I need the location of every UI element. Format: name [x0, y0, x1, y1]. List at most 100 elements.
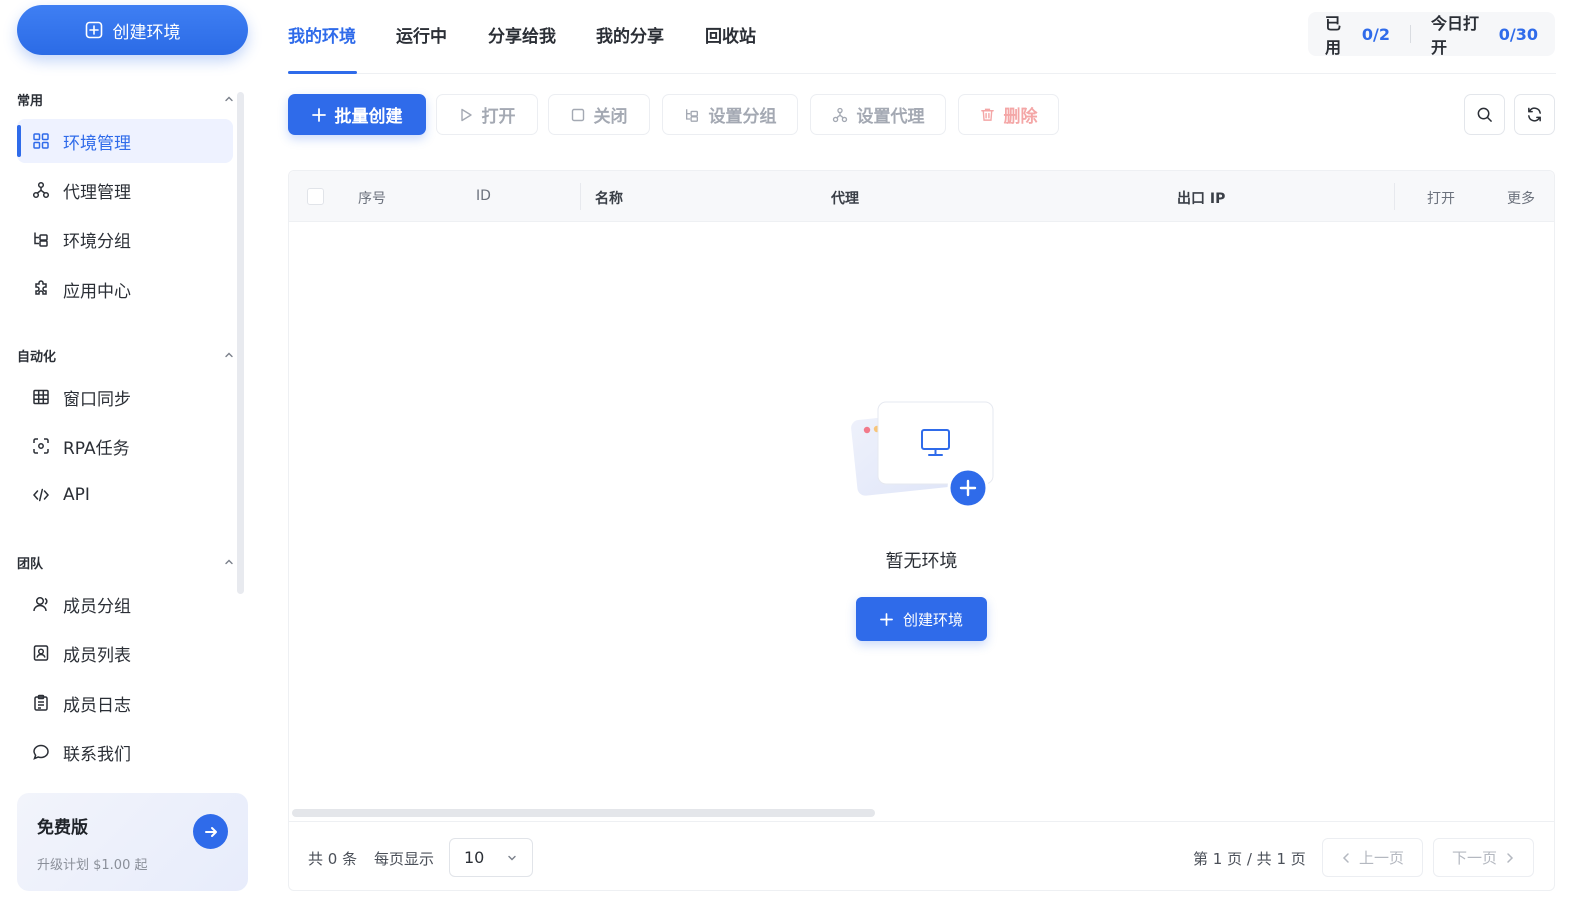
chevron-left-icon [1341, 852, 1351, 864]
column-header-index[interactable]: 序号 [358, 188, 386, 208]
sidebar-item-rpa-tasks[interactable]: RPA任务 [17, 424, 233, 468]
sidebar-item-label: API [63, 485, 90, 505]
section-title: 自动化 [17, 349, 57, 365]
column-header-name[interactable]: 名称 [595, 188, 623, 208]
select-all-checkbox[interactable] [307, 188, 324, 205]
arrow-right-icon [203, 824, 219, 840]
sidebar-item-member-logs[interactable]: 成员日志 [17, 681, 233, 725]
page-info: 第 1 页 / 共 1 页 [1193, 850, 1306, 868]
empty-state-text: 暂无环境 [885, 551, 958, 572]
empty-create-label: 创建环境 [902, 610, 963, 629]
sidebar-item-contact-us[interactable]: 联系我们 [17, 730, 233, 774]
plan-title: 免费版 [37, 818, 88, 838]
code-icon [31, 485, 51, 505]
upgrade-button[interactable] [193, 814, 228, 849]
sidebar: 创建环境 常用 环境管理 代理管理 环境分组 应用中心 自动化 窗口同步 RPA… [0, 0, 262, 912]
horizontal-scrollbar[interactable] [292, 809, 875, 817]
used-value: 0/2 [1361, 24, 1390, 44]
section-common[interactable]: 常用 [17, 89, 235, 109]
refresh-icon [1526, 106, 1543, 123]
window-grid-icon [31, 387, 51, 407]
sidebar-item-proxy-management[interactable]: 代理管理 [17, 168, 233, 212]
sidebar-item-member-list[interactable]: 成员列表 [17, 631, 233, 675]
grid-icon [31, 131, 51, 151]
sidebar-item-environment-group[interactable]: 环境分组 [17, 217, 233, 261]
section-automation[interactable]: 自动化 [17, 345, 235, 365]
square-icon [571, 108, 585, 122]
column-header-exit-ip[interactable]: 出口 IP [1177, 188, 1225, 208]
empty-state-illustration [849, 401, 999, 521]
column-divider [580, 183, 581, 210]
total-count: 共 0 条 [308, 850, 358, 868]
create-environment-label: 创建环境 [112, 22, 181, 43]
prev-page-button[interactable]: 上一页 [1322, 838, 1423, 877]
proxy-nodes-icon [31, 180, 51, 200]
column-divider [1394, 183, 1395, 210]
contact-card-icon [31, 643, 51, 663]
empty-create-environment-button[interactable]: 创建环境 [856, 597, 987, 641]
column-header-open[interactable]: 打开 [1427, 188, 1455, 208]
table-header: 序号 ID 名称 代理 出口 IP 打开 更多 [289, 171, 1554, 222]
refresh-button[interactable] [1514, 94, 1555, 135]
trash-icon [980, 107, 995, 122]
used-label: 已用 [1325, 14, 1342, 57]
sidebar-item-member-groups[interactable]: 成员分组 [17, 582, 233, 626]
prev-page-label: 上一页 [1358, 849, 1404, 867]
plus-square-icon [85, 21, 103, 39]
puzzle-icon [31, 279, 51, 299]
search-button[interactable] [1464, 94, 1505, 135]
sidebar-item-window-sync[interactable]: 窗口同步 [17, 375, 233, 419]
sidebar-item-api[interactable]: API [17, 473, 233, 517]
chevron-up-icon[interactable] [223, 93, 235, 105]
close-button[interactable]: 关闭 [548, 94, 650, 135]
chevron-up-icon[interactable] [223, 556, 235, 568]
column-header-proxy[interactable]: 代理 [831, 188, 859, 208]
tabs-divider [288, 73, 1556, 74]
plan-card[interactable]: 免费版 升级计划 $1.00 起 [17, 793, 248, 891]
set-group-button[interactable]: 设置分组 [662, 94, 798, 135]
column-header-id[interactable]: ID [476, 188, 491, 204]
chevron-right-icon [1505, 852, 1515, 864]
sidebar-item-environment-management[interactable]: 环境管理 [17, 119, 233, 163]
plus-icon [311, 107, 326, 122]
plan-subtitle: 升级计划 $1.00 起 [37, 858, 148, 873]
clipboard-icon [31, 693, 51, 713]
rpa-scan-icon [31, 436, 51, 456]
delete-button[interactable]: 删除 [958, 94, 1059, 135]
section-team[interactable]: 团队 [17, 552, 235, 572]
sidebar-item-label: 代理管理 [63, 182, 131, 203]
page-size-select[interactable]: 10 [449, 838, 533, 877]
sidebar-item-app-center[interactable]: 应用中心 [17, 267, 233, 311]
column-header-more[interactable]: 更多 [1507, 188, 1535, 208]
next-page-label: 下一页 [1451, 849, 1497, 867]
today-open-label: 今日打开 [1430, 14, 1479, 57]
sidebar-item-label: 成员日志 [63, 695, 131, 716]
sidebar-item-label: 环境管理 [63, 133, 131, 154]
tab-running[interactable]: 运行中 [396, 22, 447, 47]
pagination-bar: 共 0 条 每页显示 10 第 1 页 / 共 1 页 上一页 下一页 [289, 821, 1554, 891]
batch-create-button[interactable]: 批量创建 [288, 94, 426, 135]
open-button[interactable]: 打开 [436, 94, 538, 135]
set-proxy-label: 设置代理 [856, 107, 925, 127]
section-title: 常用 [17, 93, 44, 109]
tab-recycle-bin[interactable]: 回收站 [705, 22, 756, 47]
tab-shared-with-me[interactable]: 分享给我 [488, 22, 556, 47]
set-proxy-button[interactable]: 设置代理 [810, 94, 946, 135]
batch-create-label: 批量创建 [334, 107, 403, 127]
sidebar-item-label: 成员列表 [63, 645, 131, 666]
tab-my-shares[interactable]: 我的分享 [596, 22, 664, 47]
chevron-up-icon[interactable] [223, 349, 235, 361]
set-group-label: 设置分组 [708, 107, 777, 127]
next-page-button[interactable]: 下一页 [1433, 838, 1534, 877]
sidebar-item-label: RPA任务 [63, 438, 130, 459]
user-icon [31, 594, 51, 614]
chat-bubble-icon [31, 742, 51, 762]
tab-my-environments[interactable]: 我的环境 [288, 22, 356, 47]
page-size-value: 10 [464, 848, 485, 867]
sidebar-scrollbar[interactable] [237, 92, 244, 594]
delete-label: 删除 [1003, 107, 1038, 127]
plus-icon [880, 612, 893, 626]
sidebar-item-label: 环境分组 [63, 231, 131, 252]
create-environment-button[interactable]: 创建环境 [17, 5, 248, 55]
active-tab-indicator [288, 71, 357, 74]
